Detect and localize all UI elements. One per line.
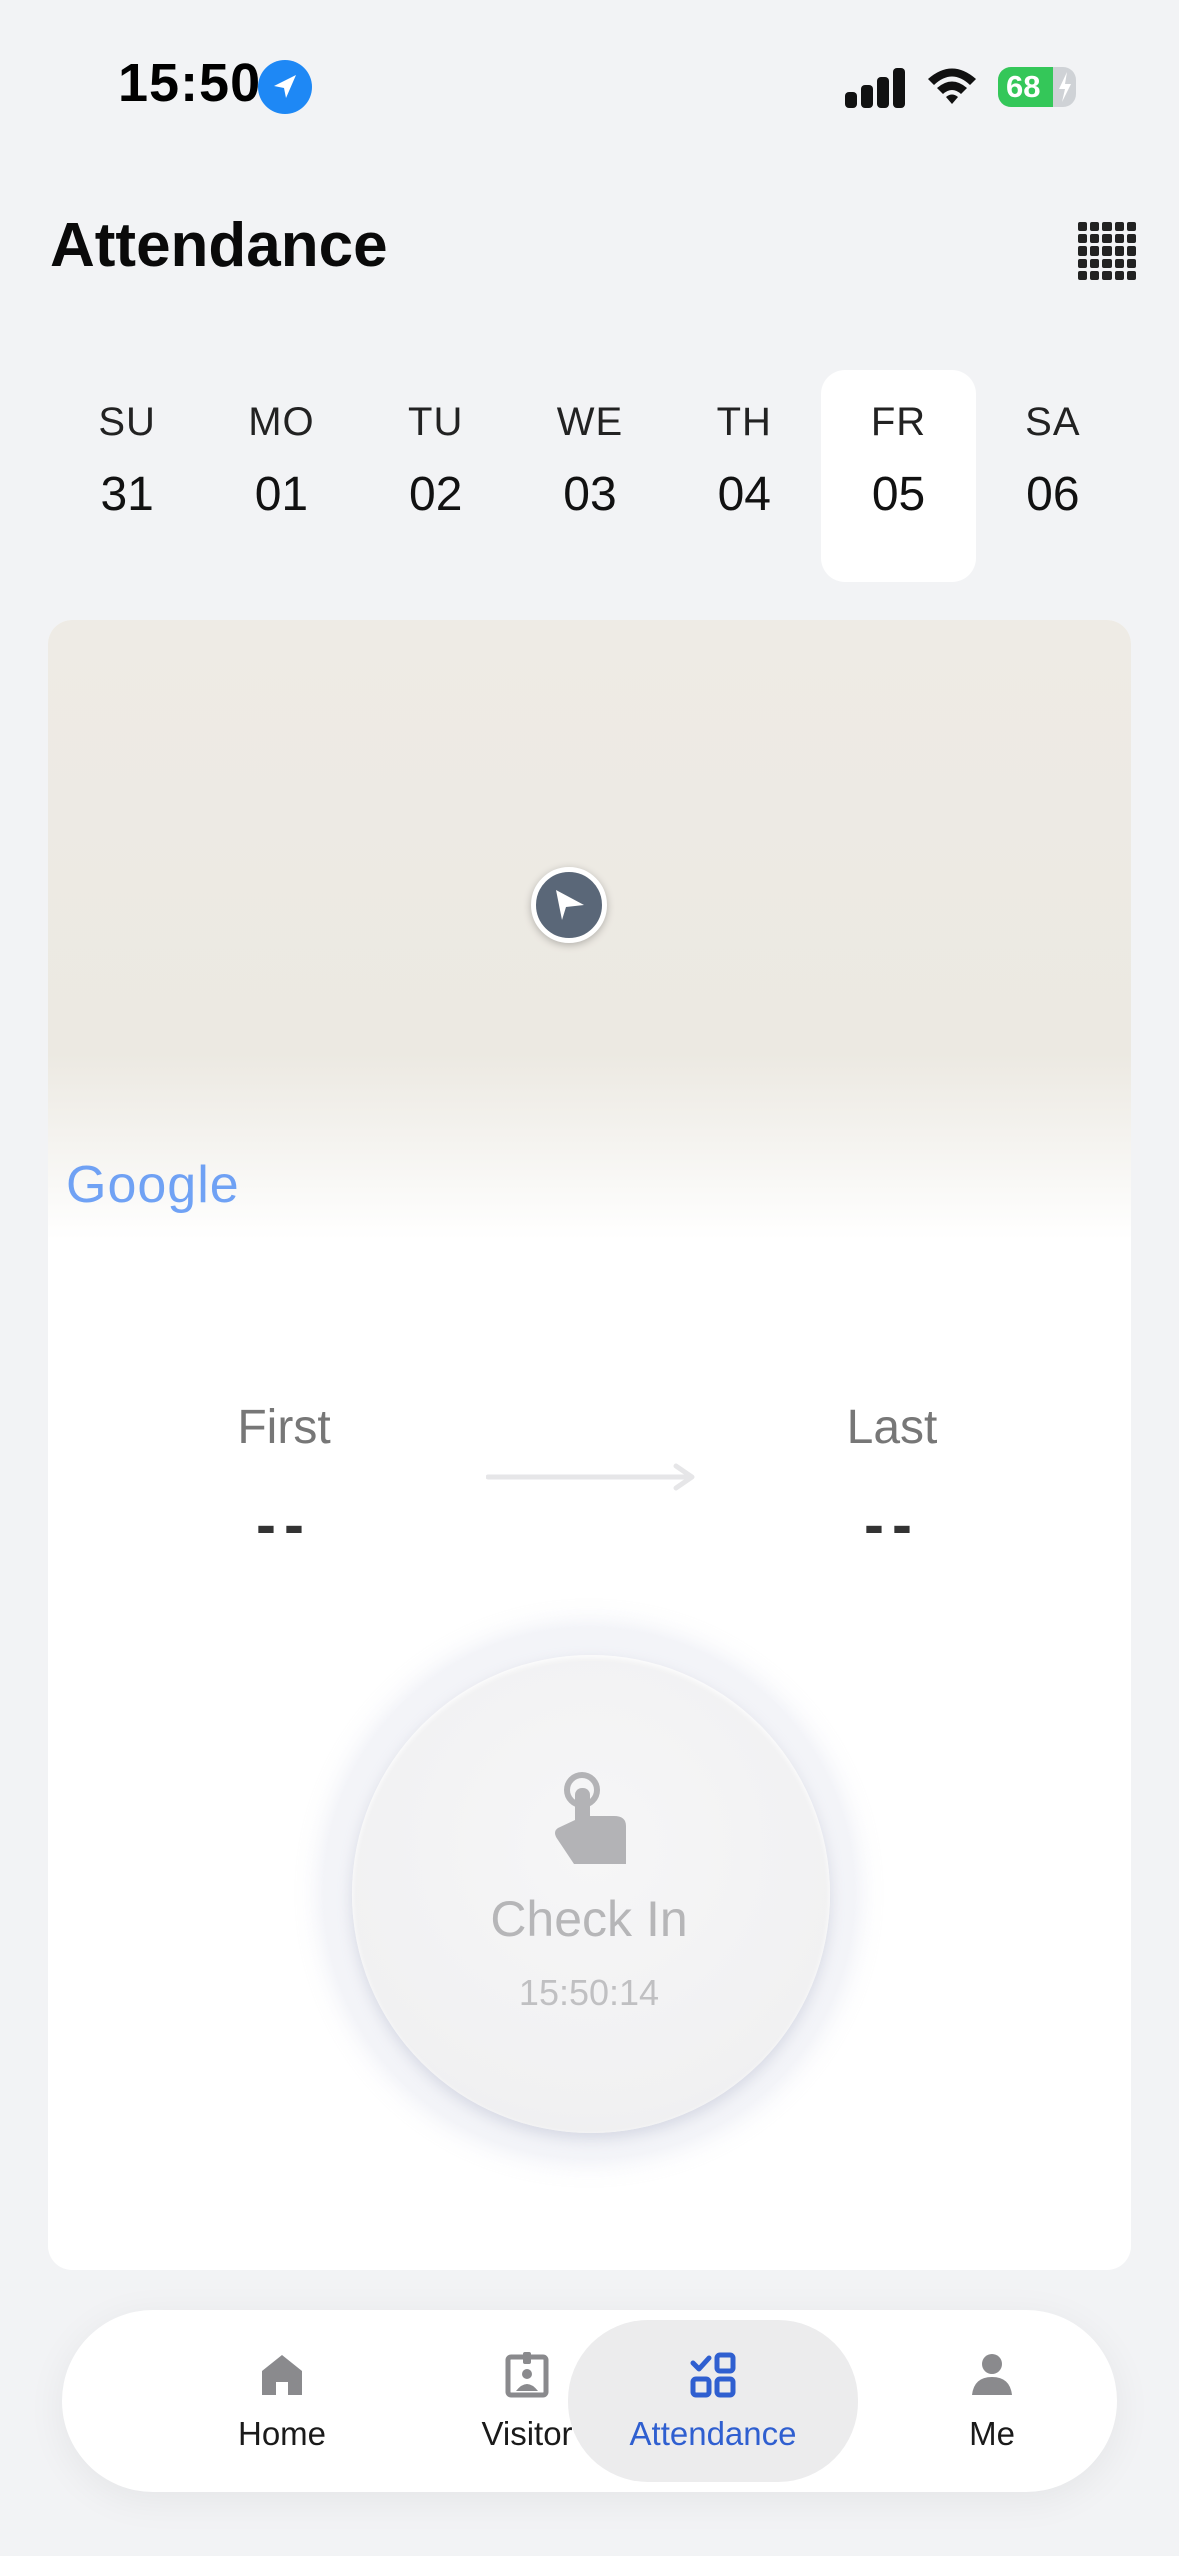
tap-finger-icon [555, 1772, 626, 1864]
check-in-label: Check In [490, 1891, 688, 1947]
tab-home[interactable]: Home [152, 2310, 412, 2492]
check-in-time: 15:50:14 [518, 1972, 660, 2013]
day-monday[interactable]: MO 01 [204, 370, 358, 582]
location-arrow-icon [258, 60, 312, 114]
day-name: MO [248, 400, 315, 444]
day-number: 04 [717, 468, 771, 521]
last-punch-label: Last [846, 1401, 938, 1454]
last-punch-value: -- [864, 1491, 920, 1558]
person-icon [972, 2354, 1012, 2395]
day-number: 31 [100, 468, 154, 521]
week-date-strip: SU 31 MO 01 TU 02 WE 03 TH 04 FR 05 SA 0… [50, 370, 1130, 582]
day-name: TU [408, 400, 464, 444]
day-name: SA [1025, 400, 1081, 444]
battery-percent: 68 [1006, 69, 1041, 104]
day-thursday[interactable]: TH 04 [667, 370, 821, 582]
first-punch-label: First [237, 1401, 331, 1454]
day-sunday[interactable]: SU 31 [50, 370, 204, 582]
tab-label: Visitor [481, 2415, 573, 2452]
day-name: SU [98, 400, 156, 444]
day-name: FR [870, 400, 927, 444]
tab-me[interactable]: Me [892, 2310, 1092, 2492]
tab-label: Me [969, 2415, 1015, 2452]
day-name: TH [716, 400, 772, 444]
day-number: 03 [563, 468, 617, 521]
qr-grid-icon[interactable] [1078, 222, 1136, 280]
wifi-icon [925, 64, 979, 108]
attendance-icon [690, 2352, 736, 2398]
battery-icon: 68 [998, 67, 1076, 107]
home-icon [262, 2355, 302, 2395]
day-number: 02 [409, 468, 463, 521]
tab-label: Home [237, 2415, 327, 2452]
tab-attendance[interactable]: Attendance [568, 2320, 858, 2482]
day-friday-selected[interactable]: FR 05 [821, 370, 976, 582]
page-title: Attendance [50, 211, 388, 280]
cellular-signal-icon [845, 68, 907, 108]
google-logo: Google [66, 1155, 240, 1215]
status-time: 15:50 [118, 53, 262, 113]
day-name: WE [556, 400, 624, 444]
current-location-marker-icon [531, 867, 607, 943]
bottom-tab-bar: Home Visitor Attendance Me [62, 2310, 1117, 2492]
day-number: 01 [254, 468, 309, 521]
day-tuesday[interactable]: TU 02 [359, 370, 513, 582]
tab-label: Attendance [629, 2415, 797, 2452]
day-saturday[interactable]: SA 06 [976, 370, 1130, 582]
day-number: 06 [1026, 468, 1080, 521]
arrow-right-icon [485, 1462, 698, 1492]
first-punch-value: -- [256, 1491, 312, 1558]
visitor-badge-icon [505, 2352, 549, 2398]
google-logo-text: Google [66, 1156, 240, 1214]
location-map[interactable]: Google [48, 620, 1131, 1240]
day-wednesday[interactable]: WE 03 [513, 370, 667, 582]
day-number: 05 [871, 468, 926, 521]
